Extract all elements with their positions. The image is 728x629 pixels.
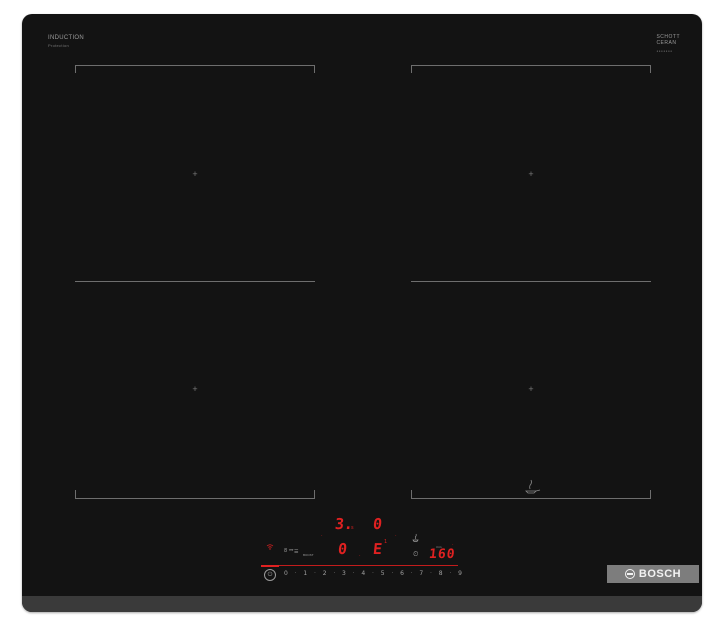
- scale-dot: ·: [410, 570, 413, 577]
- scale-7[interactable]: 7: [419, 569, 423, 579]
- scale-dot: ·: [352, 570, 355, 577]
- ceran-code: ●●●●●●●: [656, 49, 673, 53]
- zone-select-indicator-left: ·: [321, 533, 323, 539]
- scale-dot: ·: [294, 570, 297, 577]
- rear-right-zone-tick-left: [411, 65, 412, 73]
- scale-dot: ·: [449, 570, 452, 577]
- front-right-zone-bottom-line: [411, 498, 651, 499]
- bosch-logo-icon: [624, 569, 635, 579]
- scale-9[interactable]: 9: [458, 569, 462, 579]
- induction-brand-label: INDUCTION Protection: [48, 34, 84, 50]
- scale-1[interactable]: 1: [303, 569, 307, 579]
- scale-dot: ·: [313, 570, 316, 577]
- timer-icon[interactable]: ⏲: [413, 551, 418, 558]
- scale-6[interactable]: 6: [400, 569, 404, 579]
- power-slider-active: [261, 565, 279, 567]
- timer-display[interactable]: 160: [428, 547, 456, 562]
- rear-right-zone-tick-right: [650, 65, 651, 73]
- zone-select-indicator-bottom: ·: [359, 553, 361, 559]
- combi-zone-button[interactable]: 8 ⏛: [284, 548, 294, 554]
- left-zone-divider-line: [75, 281, 315, 282]
- rear-right-zone-top-line: [411, 65, 651, 66]
- power-level-scale[interactable]: 0 · 1 · 2 · 3 · 4 · 5 · 6 · 7 · 8 · 9: [284, 569, 462, 579]
- scale-dot: ·: [391, 570, 394, 577]
- front-right-zone-tick-left: [411, 490, 412, 498]
- boost-button[interactable]: BOOST: [303, 552, 313, 558]
- zone-select-indicator-right: ·: [395, 533, 397, 539]
- rear-left-zone-tick-left: [75, 65, 76, 73]
- scale-8[interactable]: 8: [439, 569, 443, 579]
- front-left-zone-tick-left: [75, 490, 76, 498]
- scale-0[interactable]: 0: [284, 569, 288, 579]
- rear-left-zone-top-line: [75, 65, 315, 66]
- rear-left-zone-tick-right: [314, 65, 315, 73]
- timer-indicator: ·: [452, 542, 454, 548]
- hob-front-edge: [22, 596, 702, 612]
- scale-dot: ·: [372, 570, 374, 577]
- ceran-text: CERAN: [656, 40, 677, 46]
- front-right-zone-center-marker: +: [528, 384, 534, 394]
- rear-left-zone-center-marker: +: [192, 169, 198, 179]
- frying-sensor-button-icon[interactable]: [411, 533, 421, 543]
- front-left-zone-tick-right: [314, 490, 315, 498]
- schott-ceran-label: SCHOTT CERAN ●●●●●●●: [656, 34, 680, 54]
- rear-left-power-suffix: s: [351, 525, 354, 531]
- power-button[interactable]: ⏻: [264, 569, 276, 581]
- front-right-zone-tick-right: [650, 490, 651, 498]
- front-left-power-display[interactable]: 0: [337, 540, 348, 558]
- home-connect-icon[interactable]: [266, 544, 274, 550]
- rear-right-zone-center-marker: +: [528, 169, 534, 179]
- frying-sensor-icon: [525, 479, 541, 494]
- front-left-zone-bottom-line: [75, 498, 315, 499]
- front-right-power-suffix: 1: [384, 539, 388, 545]
- bosch-brand-badge: BOSCH: [607, 565, 699, 583]
- scale-2[interactable]: 2: [323, 569, 327, 579]
- brand-line-protection: Protection: [48, 43, 70, 48]
- bosch-brand-text: BOSCH: [638, 568, 682, 580]
- scale-4[interactable]: 4: [361, 569, 365, 579]
- right-zone-divider-line: [411, 281, 651, 282]
- scale-dot: ·: [430, 570, 432, 577]
- scale-dot: ·: [333, 570, 336, 577]
- move-function-button[interactable]: ☰: [294, 549, 298, 555]
- front-left-zone-center-marker: +: [192, 384, 198, 394]
- induction-hob: INDUCTION Protection SCHOTT CERAN ●●●●●●…: [22, 14, 702, 612]
- power-slider-track[interactable]: [261, 565, 458, 566]
- scale-5[interactable]: 5: [381, 569, 385, 579]
- brand-line-induction: INDUCTION: [48, 35, 85, 41]
- scale-3[interactable]: 3: [342, 569, 346, 579]
- front-right-power-display[interactable]: E: [372, 540, 383, 558]
- rear-right-power-display[interactable]: 0: [372, 515, 383, 533]
